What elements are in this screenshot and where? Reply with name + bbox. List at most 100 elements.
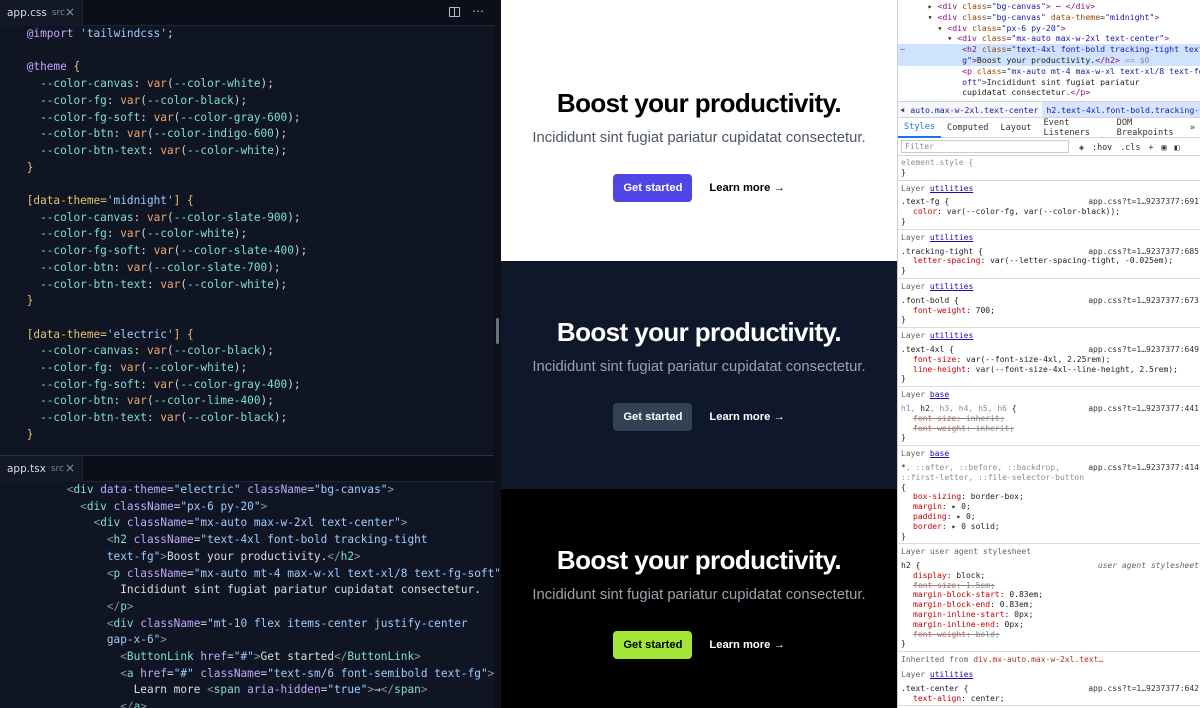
close-icon[interactable]: ×: [65, 5, 75, 19]
rule-selector: element.style {: [901, 158, 974, 167]
hero-subtitle: Incididunt sint fugiat pariatur cupidata…: [532, 359, 866, 375]
dom-node[interactable]: <p class="mx-auto mt-4 max-w-xl text-xl/…: [898, 66, 1200, 77]
filter-input[interactable]: Filter: [901, 140, 1069, 153]
computed-toggle-icon[interactable]: ▣: [1161, 142, 1166, 152]
tab-label: app.css: [7, 7, 47, 19]
layer-label: Layer base: [901, 390, 950, 400]
source-link[interactable]: app.css?t=1…9237377:673: [1088, 296, 1199, 306]
get-started-button[interactable]: Get started: [613, 631, 693, 659]
styles-rules: element.style { } Layer utilities .text-…: [898, 156, 1200, 707]
dom-node[interactable]: ▾ <div class="mx-auto max-w-2xl text-cen…: [898, 33, 1200, 44]
source-link[interactable]: app.css?t=1…9237377:691: [1088, 197, 1199, 207]
hero-heading: Boost your productivity.: [556, 545, 842, 575]
class-toggle[interactable]: .cls: [1120, 142, 1140, 152]
source-link[interactable]: app.css?t=1…9237377:414: [1088, 463, 1199, 473]
scroll-left-icon[interactable]: ◀: [898, 106, 906, 114]
source-link[interactable]: app.css?t=1…9237377:685: [1088, 247, 1199, 257]
devtools-tabs: Styles Computed Layout Event Listeners D…: [898, 118, 1200, 138]
ua-source: user agent stylesheet: [1097, 561, 1199, 571]
layer-label-ua: Layer user agent stylesheet: [901, 547, 1032, 557]
inherited-from: Inherited from div.mx-auto.max-w-2xl.tex…: [901, 655, 1104, 665]
tab-computed[interactable]: Computed: [941, 118, 994, 138]
layer-link[interactable]: utilities: [930, 282, 973, 291]
rule-element-style[interactable]: element.style { }: [898, 156, 1200, 181]
browser-preview: Boost your productivity. Incididunt sint…: [501, 0, 897, 708]
source-link[interactable]: app.css?t=1…9237377:441: [1088, 404, 1199, 414]
theme-section-midnight: Boost your productivity. Incididunt sint…: [501, 261, 897, 489]
layer-label: Layer utilities: [901, 232, 974, 242]
dom-tree: ▸ <div class="bg-canvas"> ⋯ </div> ▾ <di…: [898, 0, 1200, 98]
tab-styles[interactable]: Styles: [898, 118, 942, 138]
layer-label: Layer utilities: [901, 331, 974, 341]
tab-folder: src: [51, 8, 65, 18]
tab-label: app.tsx: [7, 463, 46, 475]
layer-link[interactable]: utilities: [930, 184, 973, 193]
rule-headings-base[interactable]: h1, h2, h3, h4, h5, h6 {app.css?t=1…9237…: [898, 402, 1200, 447]
breadcrumb-item[interactable]: auto.max-w-2xl.text-center: [906, 105, 1042, 115]
layers-icon[interactable]: ◈: [1079, 142, 1084, 152]
dom-node[interactable]: cupidatat consectetur.</p>: [898, 87, 1200, 98]
tab-dom-breakpoints[interactable]: DOM Breakpoints: [1111, 118, 1184, 138]
tab-bar: app.css src × ⋯: [0, 0, 494, 26]
devtools-panel: ▸ <div class="bg-canvas"> ⋯ </div> ▾ <di…: [897, 0, 1200, 708]
pane-resize-handle[interactable]: [496, 318, 499, 344]
get-started-button[interactable]: Get started: [613, 174, 693, 202]
rule-text-center[interactable]: .text-center {app.css?t=1…9237377:642 te…: [898, 682, 1200, 707]
new-rule-icon[interactable]: +: [1148, 142, 1153, 152]
breadcrumb-item-active[interactable]: h2.text-4xl.font-bold.tracking-tight.tex…: [1042, 102, 1200, 117]
code-editor: app.css src × ⋯ @import 'tailwindcss'; @…: [0, 0, 508, 708]
get-started-button[interactable]: Get started: [613, 403, 693, 431]
editor-actions: ⋯: [449, 4, 484, 18]
learn-more-link[interactable]: Learn more →: [709, 411, 784, 423]
code-css[interactable]: @import 'tailwindcss'; @theme { --color-…: [0, 26, 494, 444]
more-actions-icon[interactable]: ⋯: [472, 4, 484, 18]
styles-toolbar: Filter ◈ :hov .cls + ▣ ◧: [898, 138, 1200, 156]
tab-bar: app.tsx src ×: [0, 456, 494, 482]
theme-section-electric: Boost your productivity. Incididunt sint…: [501, 489, 897, 708]
source-link[interactable]: app.css?t=1…9237377:649: [1088, 345, 1199, 355]
source-link[interactable]: app.css?t=1…9237377:642: [1088, 684, 1199, 694]
learn-more-link[interactable]: Learn more →: [709, 182, 784, 194]
tab-folder: src: [50, 464, 65, 474]
tab-event-listeners[interactable]: Event Listeners: [1038, 118, 1111, 138]
learn-more-link[interactable]: Learn more →: [709, 639, 784, 651]
layer-link[interactable]: utilities: [930, 331, 973, 340]
inherited-source[interactable]: div.mx-auto.max-w-2xl.text…: [973, 655, 1103, 664]
layer-label: Layer utilities: [901, 183, 974, 193]
theme-section-default: Boost your productivity. Incididunt sint…: [501, 0, 897, 261]
code-tsx[interactable]: <div data-theme="electric" className="bg…: [0, 482, 508, 708]
dom-node[interactable]: ▾ <div class="px-6 py-20">: [898, 23, 1200, 34]
close-icon[interactable]: ×: [65, 461, 75, 475]
cta-row: Get started Learn more →: [613, 403, 785, 431]
rule-text-4xl[interactable]: .text-4xl {app.css?t=1…9237377:649 font-…: [898, 343, 1200, 388]
editor-pane-css: app.css src × ⋯ @import 'tailwindcss'; @…: [0, 0, 494, 455]
hero-subtitle: Incididunt sint fugiat pariatur cupidata…: [532, 130, 866, 146]
more-tabs-icon[interactable]: »: [1184, 118, 1200, 138]
rule-user-agent-h2[interactable]: h2 {user agent stylesheet display: block…: [898, 559, 1200, 653]
rule-universal-reset[interactable]: *, ::after, ::before, ::backdrop, app.css…: [898, 461, 1200, 545]
layer-label: Layer utilities: [901, 281, 974, 291]
dom-node[interactable]: ▾ <div class="bg-canvas" data-theme="mid…: [898, 12, 1200, 23]
tab-layout[interactable]: Layout: [994, 118, 1037, 138]
rule-close: }: [901, 167, 906, 177]
tab-app-tsx[interactable]: app.tsx src ×: [0, 456, 83, 482]
dom-node-selected[interactable]: ⋯ <h2 class="text-4xl font-bold tracking…: [898, 44, 1200, 55]
sidebar-toggle-icon[interactable]: ◧: [1174, 142, 1179, 152]
hover-state-toggle[interactable]: :hov: [1092, 142, 1112, 152]
dom-node-selected[interactable]: g">Boost your productivity.</h2> == $0: [898, 54, 1200, 66]
rule-tracking-tight[interactable]: .tracking-tight {app.css?t=1…9237377:685…: [898, 245, 1200, 279]
layer-link[interactable]: utilities: [930, 233, 973, 242]
hero-heading: Boost your productivity.: [556, 88, 842, 118]
rule-font-bold[interactable]: .font-bold {app.css?t=1…9237377:673 font…: [898, 294, 1200, 329]
layer-link[interactable]: base: [930, 390, 949, 399]
cta-row: Get started Learn more →: [613, 174, 785, 202]
layer-link[interactable]: base: [930, 449, 949, 458]
dom-node[interactable]: oft">Incididunt sint fugiat pariatur: [898, 77, 1200, 88]
layer-label: Layer utilities: [901, 670, 974, 680]
breadcrumb: ◀ auto.max-w-2xl.text-center h2.text-4xl…: [898, 101, 1200, 118]
rule-text-fg[interactable]: .text-fg {app.css?t=1…9237377:691 color:…: [898, 195, 1200, 230]
layer-link[interactable]: utilities: [930, 670, 973, 679]
tab-app-css[interactable]: app.css src ×: [0, 0, 83, 26]
split-editor-icon[interactable]: [449, 7, 460, 17]
dom-node[interactable]: ▸ <div class="bg-canvas"> ⋯ </div>: [898, 1, 1200, 12]
